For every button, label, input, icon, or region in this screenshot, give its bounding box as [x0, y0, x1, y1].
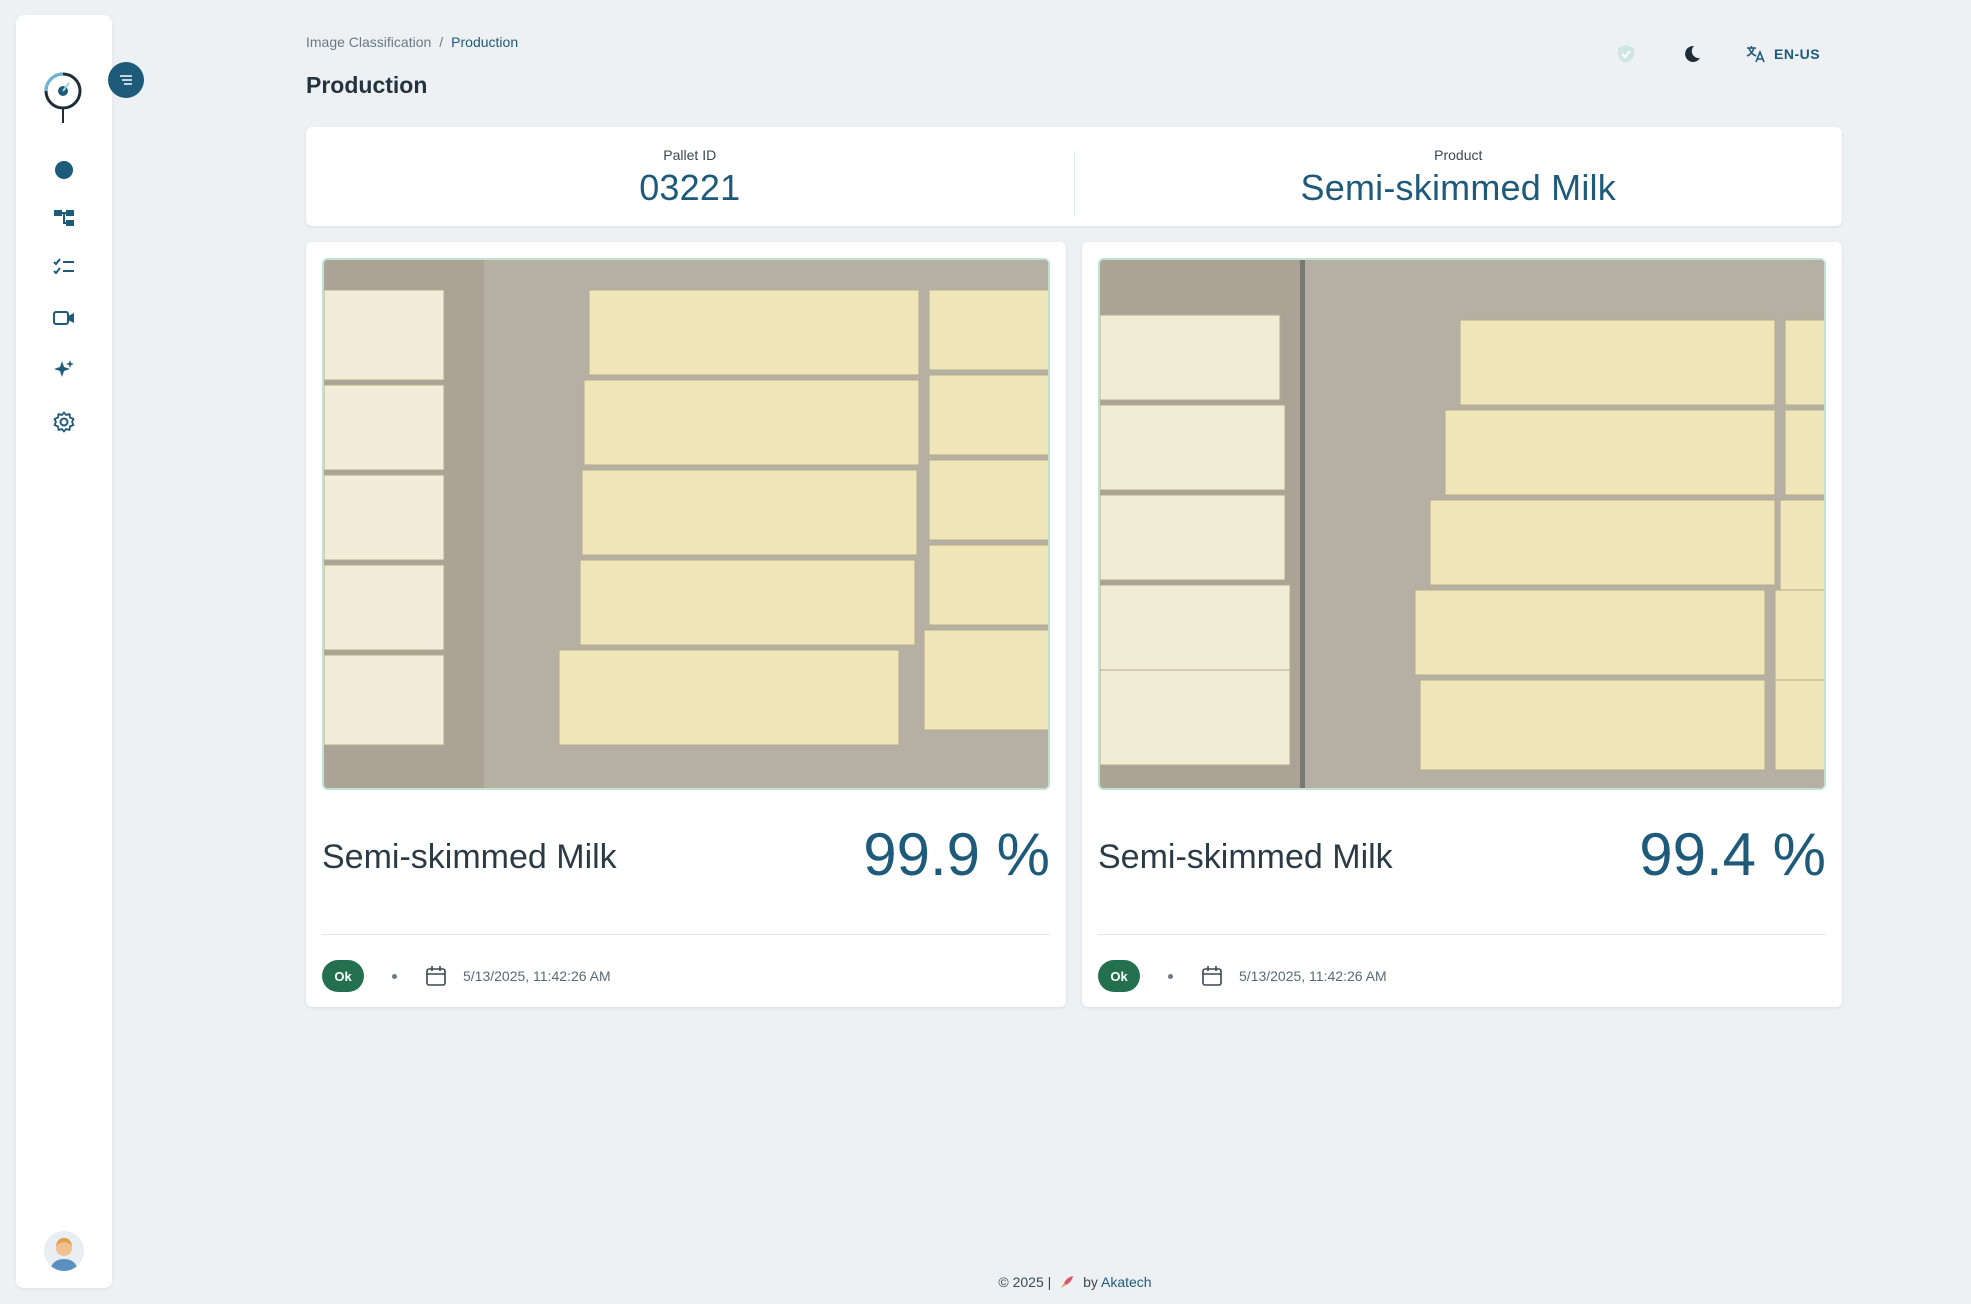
- shield-icon[interactable]: [1614, 44, 1638, 64]
- breadcrumb-item-production: Production: [451, 34, 519, 50]
- result-card: Semi-skimmed Milk 99.4 % Ok 5/13/2025, 1…: [1082, 242, 1842, 1007]
- sidebar-item-camera[interactable]: [16, 300, 112, 336]
- language-selector[interactable]: EN-US: [1746, 45, 1820, 63]
- card-divider: [1098, 934, 1826, 935]
- card-footer: Ok 5/13/2025, 11:42:26 AM: [1098, 960, 1387, 992]
- breadcrumb: Image Classification / Production: [306, 34, 518, 50]
- hierarchy-icon: [54, 210, 74, 226]
- inspection-image[interactable]: [322, 258, 1050, 790]
- status-badge: Ok: [322, 960, 364, 992]
- sidebar: [16, 15, 144, 1288]
- breadcrumb-item-image-classification[interactable]: Image Classification: [306, 34, 431, 50]
- page-title: Production: [306, 72, 428, 98]
- app-logo[interactable]: [43, 67, 85, 125]
- timestamp: 5/13/2025, 11:42:26 AM: [1239, 968, 1387, 984]
- confidence-score: 99.9 %: [863, 821, 1050, 888]
- pallet-id-cell: Pallet ID 03221: [306, 127, 1074, 226]
- sidebar-item-settings[interactable]: [16, 404, 112, 440]
- sidebar-item-checklist[interactable]: [16, 249, 112, 285]
- page-footer: © 2025 | by Akatech: [0, 1274, 1971, 1293]
- card-footer: Ok 5/13/2025, 11:42:26 AM: [322, 960, 611, 992]
- sidebar-item-ai[interactable]: [16, 352, 112, 388]
- video-camera-icon: [53, 311, 74, 325]
- rocket-icon: [1059, 1274, 1075, 1293]
- breadcrumb-separator: /: [439, 34, 444, 50]
- card-divider: [322, 934, 1050, 935]
- result-label: Semi-skimmed Milk: [322, 838, 617, 876]
- footer-by: by: [1083, 1274, 1098, 1291]
- inspection-image[interactable]: [1098, 258, 1826, 790]
- translate-icon: [1746, 46, 1765, 63]
- menu-icon: [120, 75, 132, 85]
- result-label: Semi-skimmed Milk: [1098, 838, 1393, 876]
- confidence-score: 99.4 %: [1639, 821, 1826, 888]
- separator-dot: [392, 973, 397, 979]
- product-cell: Product Semi-skimmed Milk: [1075, 127, 1843, 226]
- timestamp: 5/13/2025, 11:42:26 AM: [463, 968, 611, 984]
- top-actions: EN-US: [1614, 44, 1820, 64]
- calendar-icon: [425, 965, 447, 987]
- pallet-id-value: 03221: [639, 166, 741, 208]
- dark-mode-toggle-icon[interactable]: [1680, 44, 1704, 64]
- sparkles-icon: [54, 360, 74, 377]
- pallet-info-card: Pallet ID 03221 Product Semi-skimmed Mil…: [306, 127, 1842, 226]
- dashboard-dot-icon: [55, 161, 73, 179]
- user-avatar[interactable]: [44, 1231, 84, 1271]
- checklist-icon: [53, 258, 74, 275]
- calendar-icon: [1201, 965, 1223, 987]
- sidebar-item-hierarchy[interactable]: [16, 200, 112, 236]
- footer-brand-link[interactable]: Akatech: [1101, 1274, 1152, 1290]
- product-label: Product: [1434, 146, 1483, 163]
- language-label: EN-US: [1774, 46, 1821, 62]
- pallet-id-label: Pallet ID: [663, 146, 717, 163]
- separator-dot: [1168, 973, 1173, 979]
- gear-icon: [53, 411, 75, 433]
- sidebar-toggle-button[interactable]: [108, 62, 144, 98]
- status-badge: Ok: [1098, 960, 1140, 992]
- result-card: Semi-skimmed Milk 99.9 % Ok 5/13/2025, 1…: [306, 242, 1066, 1007]
- copyright-text: © 2025 |: [998, 1274, 1052, 1291]
- sidebar-item-dashboard[interactable]: [16, 152, 112, 188]
- product-value: Semi-skimmed Milk: [1300, 166, 1616, 208]
